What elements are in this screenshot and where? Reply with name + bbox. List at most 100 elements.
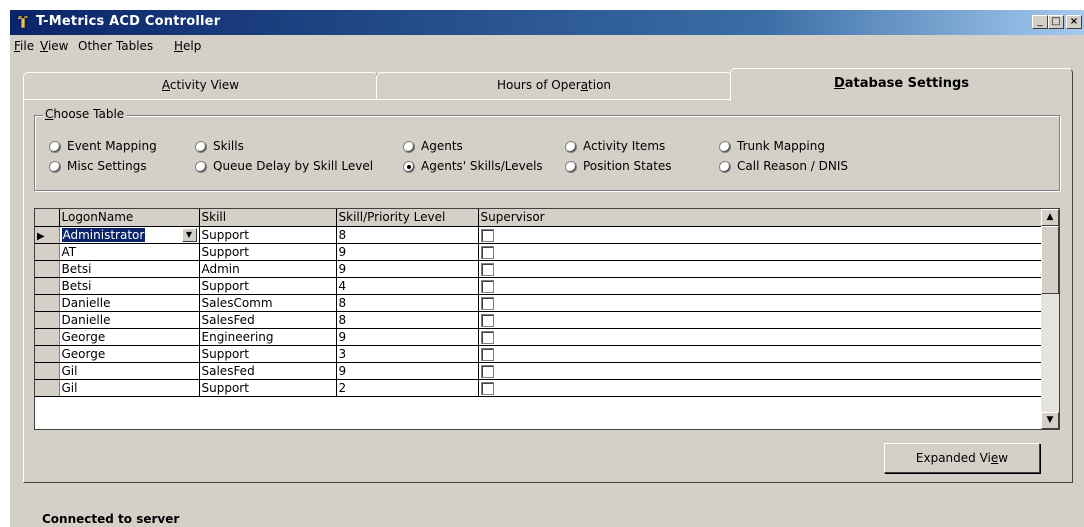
- level-cell[interactable]: 9: [336, 243, 479, 261]
- window-title: T-Metrics ACD Controller: [36, 14, 221, 29]
- table-row[interactable]: Gil SalesFed 9: [35, 362, 1044, 380]
- logonname-cell[interactable]: Betsi: [59, 277, 200, 295]
- supervisor-cell[interactable]: [478, 345, 1044, 363]
- tab-hours-of-operation[interactable]: Hours of Operation: [376, 72, 732, 99]
- table-row[interactable]: Betsi Support 4: [35, 277, 1044, 295]
- minimize-button[interactable]: _: [1032, 15, 1048, 29]
- row-selector[interactable]: [35, 243, 60, 261]
- supervisor-checkbox[interactable]: [480, 364, 494, 378]
- column-header-skill[interactable]: Skill: [199, 209, 337, 227]
- menu-view[interactable]: View: [40, 39, 68, 53]
- scrollbar-thumb[interactable]: [1041, 226, 1059, 294]
- radio-dot: [195, 141, 207, 153]
- skill-cell[interactable]: Support: [199, 226, 337, 244]
- row-selector[interactable]: ▶: [35, 226, 60, 244]
- tab-activity-view[interactable]: Activity View: [23, 72, 378, 99]
- row-selector[interactable]: [35, 277, 60, 295]
- skill-cell[interactable]: Support: [199, 243, 337, 261]
- column-header-logonname[interactable]: LogonName: [59, 209, 200, 227]
- row-selector[interactable]: [35, 294, 60, 312]
- table-row[interactable]: George Engineering 9: [35, 328, 1044, 346]
- skill-cell[interactable]: Support: [199, 277, 337, 295]
- tab-database-settings[interactable]: Database Settings: [730, 68, 1073, 101]
- level-cell[interactable]: 9: [336, 362, 479, 380]
- row-selector[interactable]: [35, 345, 60, 363]
- supervisor-checkbox[interactable]: [480, 262, 494, 276]
- menu-file[interactable]: File: [14, 39, 34, 53]
- level-cell[interactable]: 8: [336, 226, 479, 244]
- choose-table-legend: Choose Table: [43, 107, 127, 121]
- scroll-down-arrow-icon[interactable]: ▼: [1041, 412, 1059, 429]
- skill-cell[interactable]: SalesComm: [199, 294, 337, 312]
- column-header-skill-priority-level[interactable]: Skill/Priority Level: [336, 209, 479, 227]
- level-cell[interactable]: 4: [336, 277, 479, 295]
- logonname-cell[interactable]: George: [59, 328, 200, 346]
- table-row[interactable]: George Support 3: [35, 345, 1044, 363]
- supervisor-checkbox[interactable]: [480, 279, 494, 293]
- supervisor-cell[interactable]: [478, 379, 1044, 397]
- menu-help[interactable]: Help: [174, 39, 201, 53]
- skill-cell[interactable]: Support: [199, 345, 337, 363]
- supervisor-cell[interactable]: [478, 328, 1044, 346]
- skill-cell[interactable]: SalesFed: [199, 311, 337, 329]
- row-selector[interactable]: [35, 362, 60, 380]
- scroll-up-arrow-icon[interactable]: ▲: [1041, 209, 1059, 226]
- menu-other-tables[interactable]: Other Tables: [78, 39, 153, 53]
- agents-skills-grid[interactable]: LogonName Skill Skill/Priority Level Sup…: [34, 208, 1060, 430]
- row-selector[interactable]: [35, 328, 60, 346]
- logonname-cell[interactable]: Danielle: [59, 311, 200, 329]
- table-row[interactable]: AT Support 9: [35, 243, 1044, 261]
- table-row[interactable]: ▶ Administrator ▼ Support 8: [35, 226, 1044, 244]
- supervisor-checkbox[interactable]: [480, 330, 494, 344]
- logonname-cell[interactable]: Danielle: [59, 294, 200, 312]
- supervisor-checkbox[interactable]: [480, 245, 494, 259]
- radio-dot-selected: [403, 161, 415, 173]
- supervisor-cell[interactable]: [478, 362, 1044, 380]
- column-header-supervisor[interactable]: Supervisor: [478, 209, 1044, 227]
- logonname-cell[interactable]: Betsi: [59, 260, 200, 278]
- skill-cell[interactable]: Engineering: [199, 328, 337, 346]
- expanded-view-button[interactable]: Expanded View: [884, 443, 1040, 473]
- supervisor-checkbox[interactable]: [480, 381, 494, 395]
- supervisor-cell[interactable]: [478, 243, 1044, 261]
- skill-cell[interactable]: Admin: [199, 260, 337, 278]
- supervisor-checkbox[interactable]: [480, 228, 494, 242]
- level-cell[interactable]: 3: [336, 345, 479, 363]
- supervisor-cell[interactable]: [478, 294, 1044, 312]
- skill-cell[interactable]: SalesFed: [199, 362, 337, 380]
- table-row[interactable]: Danielle SalesFed 8: [35, 311, 1044, 329]
- logonname-cell[interactable]: Gil: [59, 379, 200, 397]
- level-cell[interactable]: 2: [336, 379, 479, 397]
- title-bar[interactable]: T-Metrics ACD Controller _ □ ×: [10, 10, 1084, 35]
- supervisor-cell[interactable]: [478, 277, 1044, 295]
- level-cell[interactable]: 9: [336, 328, 479, 346]
- menu-bar: File View Other Tables Help: [10, 36, 1084, 58]
- close-button[interactable]: ×: [1066, 15, 1082, 29]
- skill-cell[interactable]: Support: [199, 379, 337, 397]
- logonname-cell[interactable]: AT: [59, 243, 200, 261]
- radio-dot: [565, 141, 577, 153]
- supervisor-cell[interactable]: [478, 260, 1044, 278]
- supervisor-cell[interactable]: [478, 311, 1044, 329]
- row-selector[interactable]: [35, 311, 60, 329]
- level-cell[interactable]: 8: [336, 294, 479, 312]
- level-cell[interactable]: 9: [336, 260, 479, 278]
- radio-dot: [565, 161, 577, 173]
- supervisor-checkbox[interactable]: [480, 296, 494, 310]
- supervisor-cell[interactable]: [478, 226, 1044, 244]
- grid-table: LogonName Skill Skill/Priority Level Sup…: [35, 209, 1044, 397]
- row-selector[interactable]: [35, 379, 60, 397]
- table-row[interactable]: Gil Support 2: [35, 379, 1044, 397]
- supervisor-checkbox[interactable]: [480, 313, 494, 327]
- table-row[interactable]: Betsi Admin 9: [35, 260, 1044, 278]
- dropdown-arrow-icon[interactable]: ▼: [181, 227, 197, 242]
- table-row[interactable]: Danielle SalesComm 8: [35, 294, 1044, 312]
- logonname-cell[interactable]: Gil: [59, 362, 200, 380]
- vertical-scrollbar[interactable]: ▲ ▼: [1041, 209, 1059, 429]
- level-cell[interactable]: 8: [336, 311, 479, 329]
- row-selector[interactable]: [35, 260, 60, 278]
- logonname-cell[interactable]: Administrator ▼: [59, 226, 200, 244]
- maximize-button[interactable]: □: [1048, 15, 1064, 29]
- supervisor-checkbox[interactable]: [480, 347, 494, 361]
- logonname-cell[interactable]: George: [59, 345, 200, 363]
